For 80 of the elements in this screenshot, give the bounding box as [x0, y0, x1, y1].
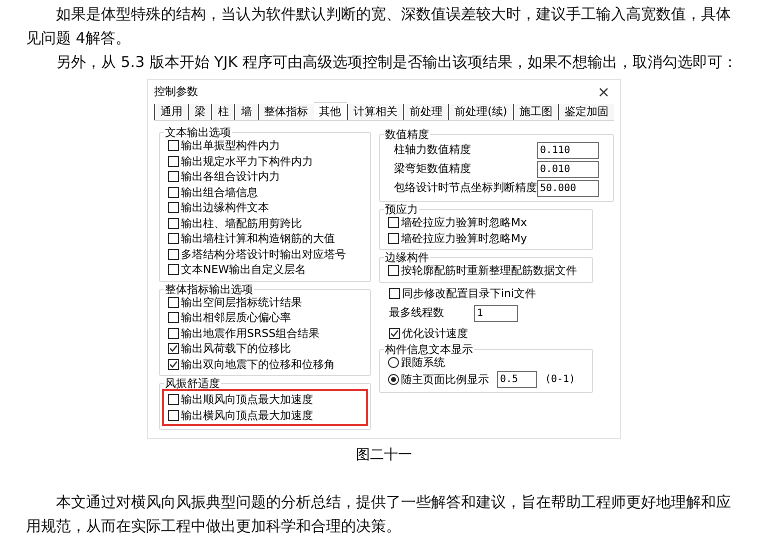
checkbox[interactable]: [389, 288, 400, 298]
option-label: 多塔结构分塔设计时输出对应塔号: [181, 248, 346, 260]
option-label: 输出横风向顶点最大加速度: [181, 410, 313, 421]
option-label: 按轮廓配筋时重新整理配筋数据文件: [401, 265, 577, 276]
checkbox[interactable]: [168, 296, 179, 308]
field-label: 包络设计时节点坐标判断精度: [394, 180, 537, 196]
option-label: 输出柱、墙配筋用剪跨比: [181, 218, 302, 229]
tab[interactable]: 梁: [188, 104, 212, 120]
tab[interactable]: 墙: [234, 104, 258, 120]
group-title: 构件信息文本显示: [384, 344, 474, 354]
tab[interactable]: 施工图: [512, 104, 558, 120]
tab[interactable]: 柱: [211, 104, 234, 120]
option-label: 随主页面比例显示: [401, 374, 489, 385]
range-note: (0-1): [545, 373, 576, 387]
tab[interactable]: 通用: [154, 104, 188, 120]
field-label: 最多线程数: [389, 304, 444, 321]
option-label: 输出相邻层质心偏心率: [181, 312, 291, 324]
option-label: 跟随系统: [401, 356, 445, 368]
window-title: 控制参数: [154, 84, 198, 100]
checkbox[interactable]: [168, 233, 179, 244]
group-title: 数值精度: [384, 129, 430, 140]
group-title: 边缘构件: [384, 252, 430, 263]
option-label: 文本NEW输出自定义层名: [181, 264, 306, 276]
figure-caption: 图二十一: [356, 446, 412, 465]
paragraph: 本文通过对横风向风振典型问题的分析总结，提供了一些解答和建议，旨在帮助工程师更好地理解和应用规范，从而在实际工程中做出更加科学和合理的决策。: [26, 492, 732, 537]
checkbox[interactable]: [168, 358, 179, 370]
checkbox[interactable]: [168, 186, 179, 198]
paragraph: 如果是体型特殊的结构，当认为软件默认判断的宽、深数值误差较大时，建议手工输入高宽数值，具体见问题 4解答。: [26, 4, 732, 49]
input-field[interactable]: 1: [474, 304, 518, 322]
checkbox[interactable]: [168, 248, 179, 260]
option-label: 输出空间层指标统计结果: [181, 296, 302, 308]
radio-button[interactable]: [388, 356, 399, 368]
field-label: 柱轴力数值精度: [394, 142, 471, 158]
tab[interactable]: 前处理(续): [448, 104, 513, 120]
option-label: 输出规定水平力下构件内力: [181, 156, 313, 167]
radio-button[interactable]: [388, 374, 399, 385]
tab[interactable]: 鉴定加固: [558, 104, 614, 120]
checkbox[interactable]: [168, 140, 179, 152]
option-label: 输出顺风向顶点最大加速度: [181, 394, 313, 406]
field-label: 梁弯矩数值精度: [394, 161, 471, 178]
option-label: 输出墙柱计算和构造钢筋的大值: [181, 233, 335, 244]
option-label: 墙砼拉应力验算时忽略Mx: [401, 217, 528, 228]
option-label: 输出边缘构件文本: [181, 202, 269, 214]
checkbox[interactable]: [168, 312, 179, 324]
option-label: 输出双向地震下的位移和位移角: [181, 358, 335, 370]
checkbox[interactable]: [168, 218, 179, 229]
checkbox[interactable]: [168, 202, 179, 214]
paragraph: 另外，从 5.3 版本开始 YJK 程序可由高级选项控制是否输出该项结果，如果不想输出，取消勾选即可：: [55, 52, 738, 73]
option-label: 输出单振型构件内力: [181, 140, 280, 152]
group-title: 文本输出选项: [164, 127, 232, 138]
option-label: 优化设计速度: [402, 328, 468, 338]
input-field[interactable]: 0.010: [537, 161, 599, 178]
group-title: 整体指标输出选项: [164, 284, 254, 294]
option-label: 输出地震作用SRSS组合结果: [181, 328, 320, 339]
tab[interactable]: 前处理: [402, 104, 448, 120]
checkbox[interactable]: [168, 171, 179, 182]
checkbox[interactable]: [168, 328, 179, 339]
option-label: 输出各组合设计内力: [181, 171, 280, 182]
checkbox[interactable]: [168, 156, 179, 167]
option-label: 输出风荷载下的位移比: [181, 343, 291, 354]
checkbox[interactable]: [388, 232, 399, 244]
tab[interactable]: 其他: [314, 102, 347, 120]
group-title: 风振舒适度: [164, 378, 221, 389]
checkbox[interactable]: [168, 394, 179, 406]
option-label: 输出组合墙信息: [181, 186, 258, 198]
checkbox[interactable]: [389, 328, 400, 338]
checkbox[interactable]: [168, 343, 179, 354]
checkbox[interactable]: [388, 265, 399, 276]
checkbox[interactable]: [388, 217, 399, 228]
input-field[interactable]: 0.110: [537, 142, 599, 159]
tab[interactable]: 整体指标: [258, 104, 314, 120]
close-button[interactable]: ×: [597, 84, 610, 100]
option-label: 同步修改配置目录下ini文件: [402, 288, 536, 298]
input-field[interactable]: 50.000: [537, 180, 599, 197]
checkbox[interactable]: [168, 264, 179, 276]
checkbox[interactable]: [168, 410, 179, 421]
input-field[interactable]: 0.5: [497, 371, 537, 388]
tab[interactable]: 计算相关: [346, 104, 403, 120]
group-title: 预应力: [384, 204, 419, 215]
option-label: 墙砼拉应力验算时忽略My: [401, 232, 528, 244]
